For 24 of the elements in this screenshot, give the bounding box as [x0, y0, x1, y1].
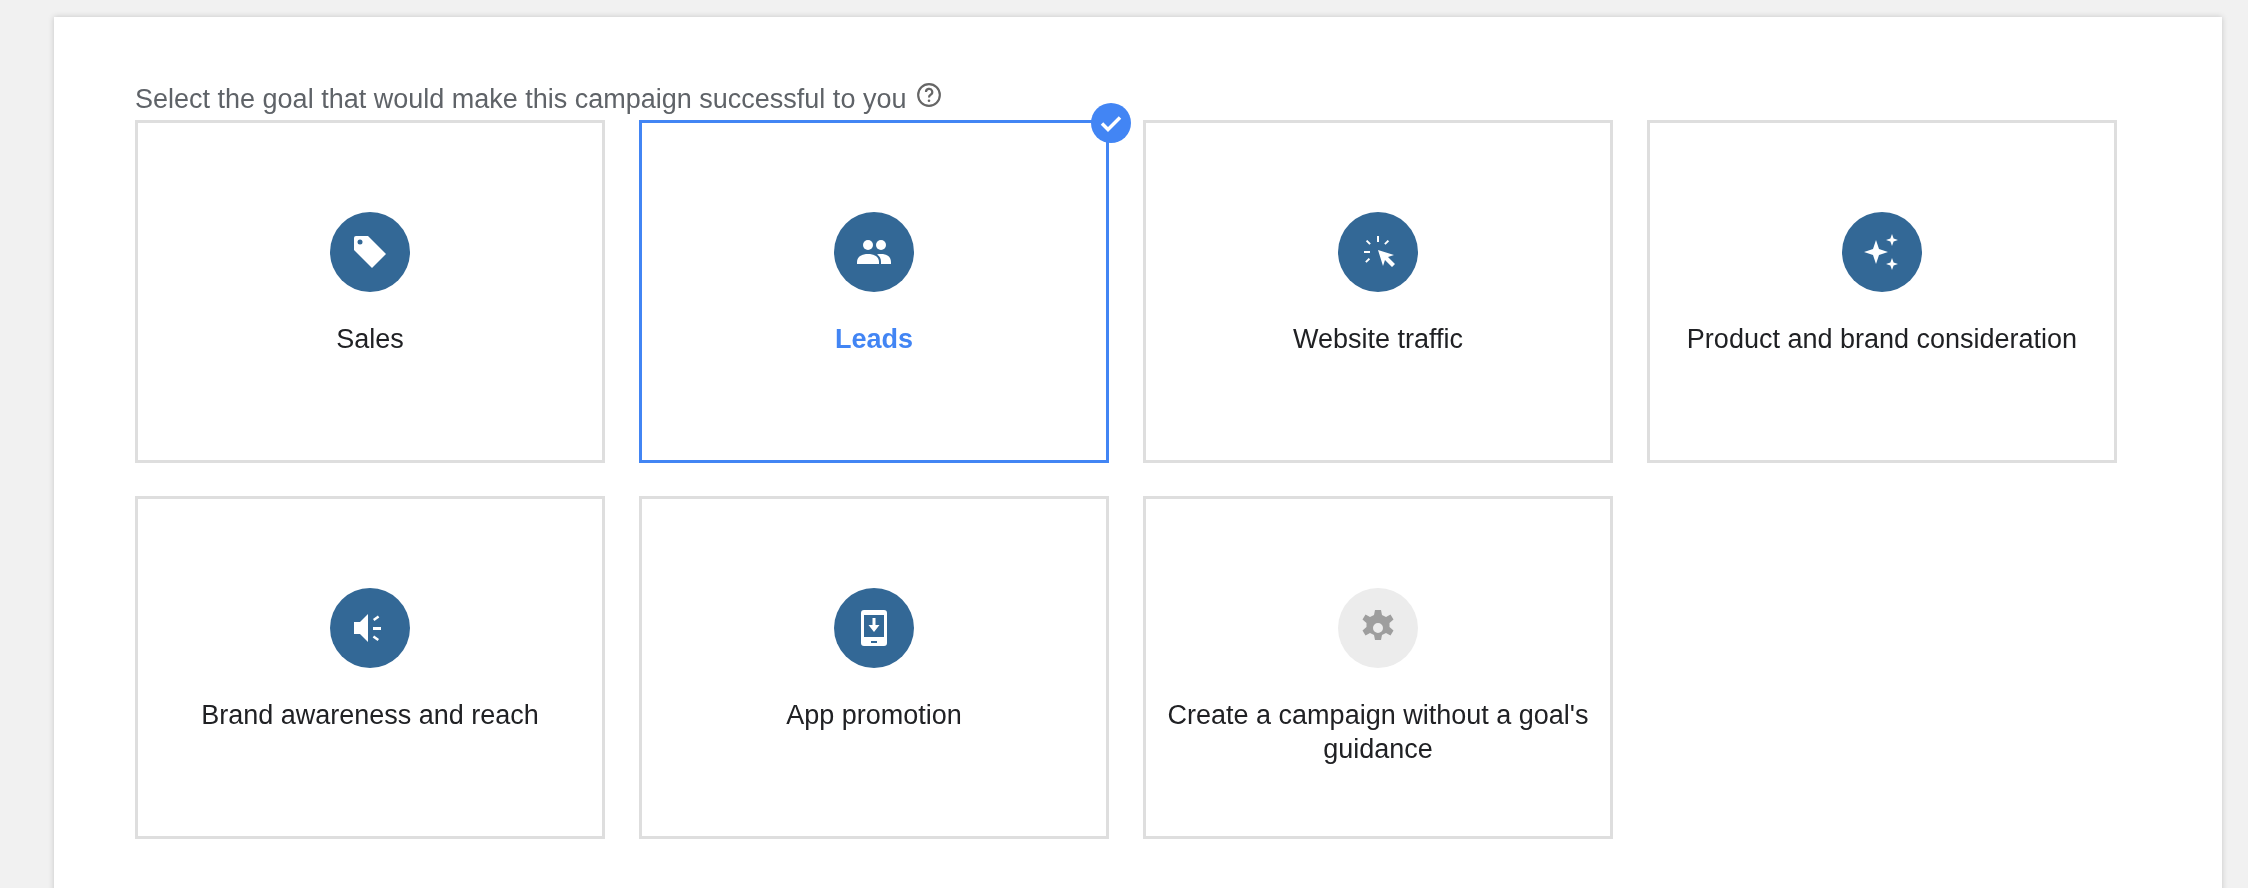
goal-card[interactable]: Brand awareness and reach [135, 496, 605, 839]
people-icon [834, 212, 914, 292]
checkmark-icon [1091, 103, 1131, 143]
sparkle-icon [1842, 212, 1922, 292]
cursor-click-icon [1338, 212, 1418, 292]
goal-card[interactable]: Leads [639, 120, 1109, 463]
phone-download-icon [834, 588, 914, 668]
goal-label: Leads [834, 323, 913, 356]
goal-card[interactable]: Sales [135, 120, 605, 463]
goal-card[interactable]: App promotion [639, 496, 1109, 839]
megaphone-icon [330, 588, 410, 668]
goal-label: App promotion [786, 699, 962, 732]
goal-card[interactable]: Create a campaign without a goal's guidance [1143, 496, 1613, 839]
help-icon[interactable] [916, 82, 943, 108]
prompt-text: Select the goal that would make this campaign successful to you [135, 83, 907, 115]
goal-label: Brand awareness and reach [201, 699, 539, 732]
tag-icon [330, 212, 410, 292]
goal-label: Website traffic [1292, 323, 1464, 356]
settings-icon [1338, 588, 1418, 668]
goal-card[interactable]: Website traffic [1143, 120, 1613, 463]
goal-label: Sales [336, 323, 404, 356]
goal-label: Product and brand consideration [1686, 323, 2078, 356]
goal-card[interactable]: Product and brand consideration [1647, 120, 2117, 463]
goal-label: Create a campaign without a goal's guidance [1166, 699, 1590, 766]
